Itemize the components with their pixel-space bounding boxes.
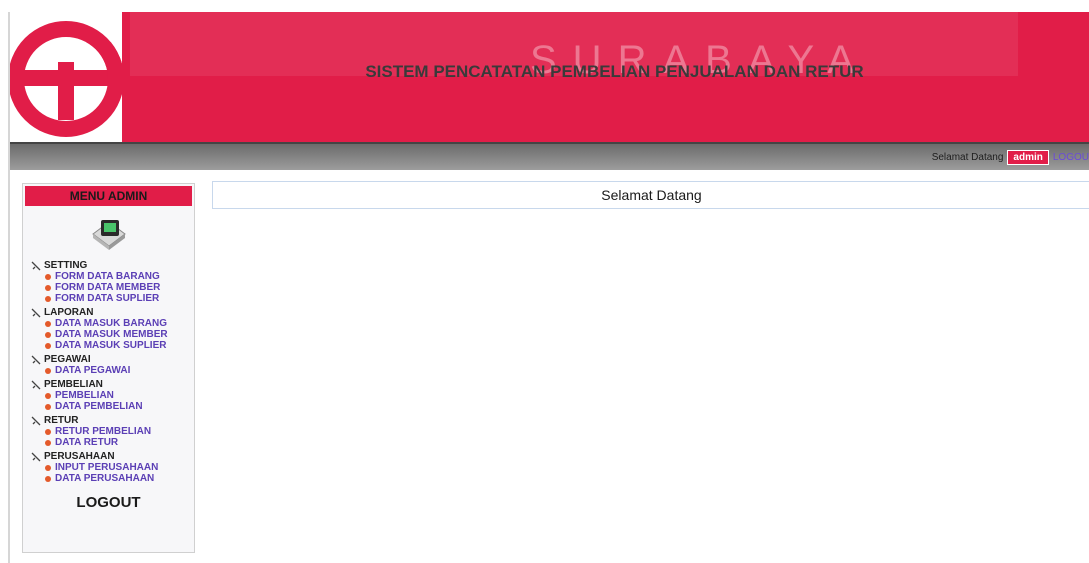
- menu-group-retur: RETUR RETUR PEMBELIAN DATA RETUR: [31, 415, 194, 448]
- menu-item-data-masuk-barang[interactable]: DATA MASUK BARANG: [45, 318, 194, 329]
- sidebar-menu: MENU ADMIN SETTING FORM DATA BARANG FORM…: [22, 183, 195, 553]
- menu-item-form-data-barang[interactable]: FORM DATA BARANG: [45, 271, 194, 282]
- welcome-text: Selamat Datang: [931, 152, 1004, 163]
- tool-icon: [31, 452, 41, 461]
- menu-item-data-retur[interactable]: DATA RETUR: [45, 437, 194, 448]
- user-badge: admin: [1007, 150, 1049, 165]
- menu-item-label: DATA MASUK SUPLIER: [55, 340, 167, 351]
- menu-item-label: DATA MASUK MEMBER: [55, 329, 168, 340]
- menu-group-laporan: LAPORAN DATA MASUK BARANG DATA MASUK MEM…: [31, 307, 194, 351]
- bullet-icon: [45, 273, 51, 280]
- bullet-icon: [45, 392, 51, 399]
- logout-link-top[interactable]: LOGOU: [1053, 152, 1089, 163]
- tool-icon: [31, 355, 41, 364]
- group-title-laporan: LAPORAN: [44, 307, 94, 318]
- bullet-icon: [45, 342, 51, 349]
- page-title: Selamat Datang: [212, 181, 1089, 209]
- menu-item-label: RETUR PEMBELIAN: [55, 426, 152, 437]
- bullet-icon: [45, 464, 51, 471]
- group-title-retur: RETUR: [44, 415, 79, 426]
- bullet-icon: [45, 439, 51, 446]
- menu-item-data-masuk-member[interactable]: DATA MASUK MEMBER: [45, 329, 194, 340]
- menu-group-perusahaan: PERUSAHAAN INPUT PERUSAHAAN DATA PERUSAH…: [31, 451, 194, 484]
- bullet-icon: [45, 367, 51, 374]
- tool-icon: [31, 380, 41, 389]
- tool-icon: [31, 308, 41, 317]
- tool-icon: [31, 261, 41, 270]
- bullet-icon: [45, 320, 51, 327]
- tool-icon: [31, 416, 41, 425]
- group-title-pembelian: PEMBELIAN: [44, 379, 103, 390]
- bullet-icon: [45, 284, 51, 291]
- menu-item-label: FORM DATA SUPLIER: [55, 293, 160, 304]
- menu-item-pembelian[interactable]: PEMBELIAN: [45, 390, 194, 401]
- menu-item-label: FORM DATA MEMBER: [55, 282, 161, 293]
- menu-item-data-pembelian[interactable]: DATA PEMBELIAN: [45, 401, 194, 412]
- app-title: SISTEM PENCATATAN PEMBELIAN PENJUALAN DA…: [365, 62, 864, 81]
- menu-item-form-data-member[interactable]: FORM DATA MEMBER: [45, 282, 194, 293]
- bullet-icon: [45, 428, 51, 435]
- menu-group-pembelian: PEMBELIAN PEMBELIAN DATA PEMBELIAN: [31, 379, 194, 412]
- menu-item-data-pegawai[interactable]: DATA PEGAWAI: [45, 365, 194, 376]
- welcome-area: Selamat Datang admin LOGOU: [932, 150, 1089, 165]
- menu-item-label: PEMBELIAN: [55, 390, 114, 401]
- menu-group-pegawai: PEGAWAI DATA PEGAWAI: [31, 354, 194, 376]
- menu-item-input-perusahaan[interactable]: INPUT PERUSAHAAN: [45, 462, 194, 473]
- menu-item-form-data-suplier[interactable]: FORM DATA SUPLIER: [45, 293, 194, 304]
- menu-item-retur-pembelian[interactable]: RETUR PEMBELIAN: [45, 426, 194, 437]
- computer-icon: [91, 220, 126, 250]
- menu-item-label: INPUT PERUSAHAAN: [55, 462, 159, 473]
- logout-button[interactable]: LOGOUT: [23, 494, 194, 511]
- menu-title: MENU ADMIN: [25, 186, 192, 206]
- menu-item-data-masuk-suplier[interactable]: DATA MASUK SUPLIER: [45, 340, 194, 351]
- user-bar: Selamat Datang admin LOGOU: [10, 142, 1089, 170]
- menu-item-data-perusahaan[interactable]: DATA PERUSAHAAN: [45, 473, 194, 484]
- group-title-setting: SETTING: [44, 260, 88, 271]
- menu-item-label: DATA PEMBELIAN: [55, 401, 143, 412]
- menu-item-label: FORM DATA BARANG: [55, 271, 160, 282]
- menu-item-label: DATA PERUSAHAAN: [55, 473, 155, 484]
- bullet-icon: [45, 331, 51, 338]
- group-title-perusahaan: PERUSAHAAN: [44, 451, 115, 462]
- menu-item-label: DATA MASUK BARANG: [55, 318, 168, 329]
- menu-item-label: DATA PEGAWAI: [55, 365, 131, 376]
- menu-item-label: DATA RETUR: [55, 437, 119, 448]
- bullet-icon: [45, 295, 51, 302]
- group-title-pegawai: PEGAWAI: [44, 354, 91, 365]
- bullet-icon: [45, 475, 51, 482]
- menu-group-setting: SETTING FORM DATA BARANG FORM DATA MEMBE…: [31, 260, 194, 304]
- bullet-icon: [45, 403, 51, 410]
